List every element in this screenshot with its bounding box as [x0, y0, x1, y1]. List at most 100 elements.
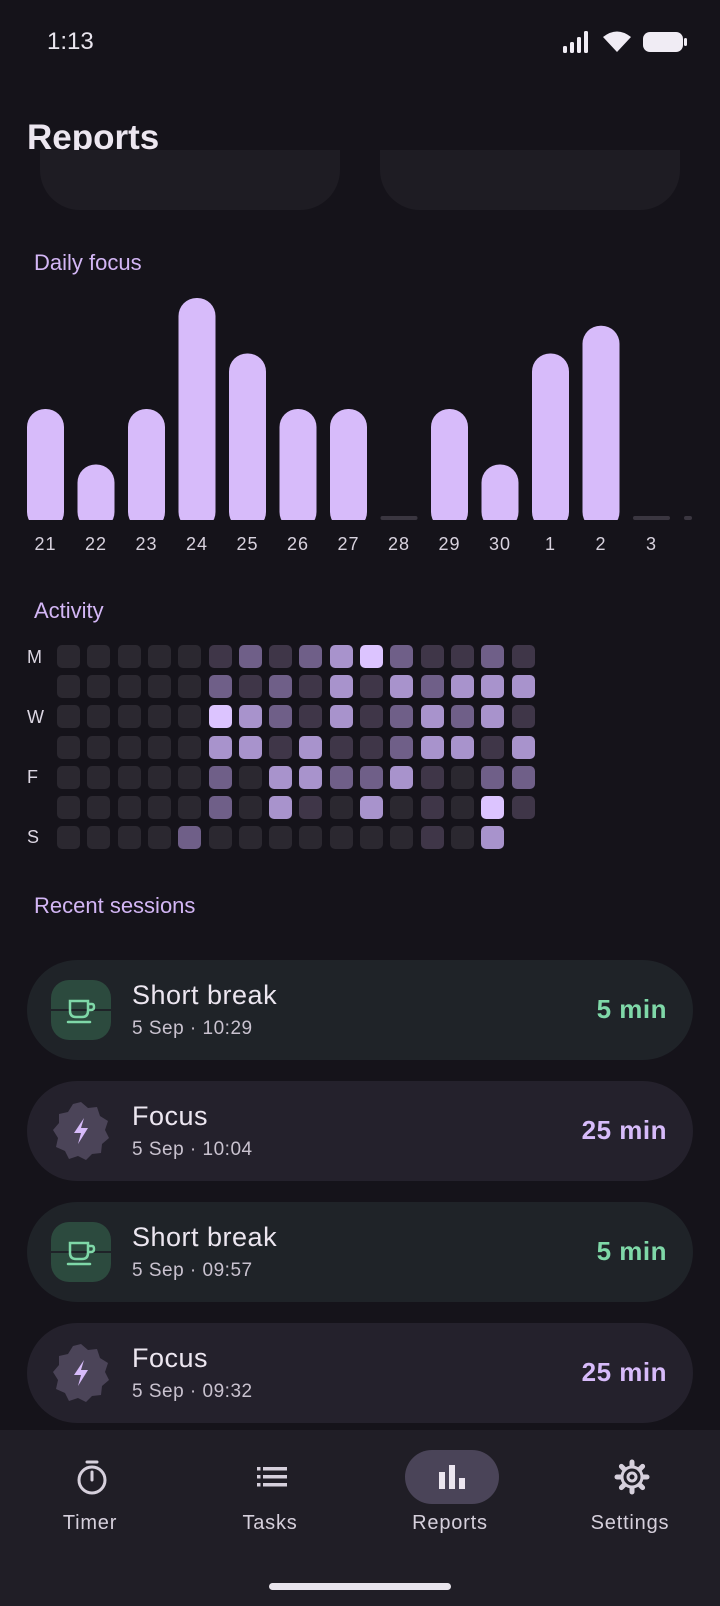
- activity-cell: [178, 765, 202, 789]
- session-card[interactable]: Short break 5 Sep · 09:57 5 min: [27, 1202, 693, 1302]
- chart-tick-label: 27: [337, 534, 359, 554]
- session-duration: 5 min: [596, 994, 667, 1024]
- activity-cell: [238, 826, 262, 850]
- nav-reports[interactable]: Reports: [360, 1430, 540, 1560]
- nav-settings[interactable]: Settings: [540, 1430, 720, 1560]
- session-time: 5 Sep · 09:57: [132, 1260, 253, 1281]
- activity-cell: [117, 796, 141, 819]
- coffee-cup-icon: [51, 1222, 111, 1282]
- session-card[interactable]: Short break 5 Sep · 10:29 5 min: [27, 960, 693, 1060]
- session-title: Focus: [132, 1101, 209, 1131]
- activity-cell: [299, 705, 323, 729]
- bolt-icon: [53, 1102, 109, 1160]
- chart-tick-label: 21: [34, 534, 56, 554]
- activity-cell: [208, 735, 232, 759]
- activity-cell: [390, 645, 414, 668]
- activity-cell: [178, 705, 202, 729]
- chart-tick-label: 29: [438, 534, 460, 554]
- activity-cell: [238, 675, 262, 699]
- activity-cell: [269, 826, 293, 850]
- activity-cell: [481, 826, 505, 850]
- activity-cell: [57, 675, 80, 699]
- session-duration: 25 min: [581, 1115, 667, 1145]
- nav-tasks[interactable]: Tasks: [180, 1430, 360, 1560]
- wifi-icon: [603, 31, 631, 52]
- chart-tick-label: 2: [595, 534, 606, 554]
- activity-cell: [57, 796, 80, 819]
- list-icon: [257, 1467, 287, 1487]
- activity-cell: [420, 796, 444, 819]
- session-card[interactable]: Focus 5 Sep · 10:04 25 min: [27, 1081, 693, 1181]
- activity-cell: [450, 645, 474, 668]
- session-title: Focus: [132, 1343, 209, 1373]
- activity-cell: [269, 796, 293, 819]
- chart-tick-label: 1: [545, 534, 556, 554]
- activity-cell: [390, 705, 414, 729]
- session-title: Short break: [132, 980, 278, 1010]
- chart-bar: [633, 516, 670, 520]
- activity-cell: [481, 675, 505, 699]
- chart-tick-label: 30: [489, 534, 511, 554]
- activity-cell: [87, 675, 111, 699]
- chart-bar: [380, 516, 418, 520]
- daily-focus-title: Daily focus: [34, 250, 142, 275]
- summary-card-right: [380, 150, 680, 210]
- activity-cell: [87, 826, 111, 850]
- nav-label: Reports: [412, 1512, 488, 1534]
- activity-cell: [238, 645, 262, 668]
- bolt-icon: [53, 1344, 109, 1402]
- session-title: Short break: [132, 1222, 278, 1252]
- activity-cell: [420, 826, 444, 850]
- activity-cell: [450, 826, 474, 850]
- activity-cell: [57, 826, 80, 850]
- daily-focus-chart: 21 22 23 24 25 26 27 28 29 30 1 2 3: [0, 298, 720, 554]
- chart-tick-label: 3: [646, 534, 657, 554]
- activity-cell: [511, 735, 535, 759]
- activity-cell: [420, 675, 444, 699]
- day-label-wed: W: [27, 707, 44, 727]
- activity-cell: [481, 796, 505, 819]
- activity-cell: [390, 796, 414, 819]
- activity-cell: [360, 735, 383, 759]
- activity-cell: [299, 735, 323, 759]
- nav-label: Settings: [590, 1512, 670, 1534]
- chart-bar: [279, 409, 317, 530]
- chart-bar: [27, 409, 64, 530]
- activity-cell: [87, 796, 111, 819]
- activity-cell: [329, 796, 353, 819]
- chart-bar: [330, 409, 367, 530]
- activity-cell: [329, 735, 353, 759]
- nav-timer[interactable]: Timer: [0, 1430, 180, 1560]
- activity-cell: [87, 705, 111, 729]
- session-time: 5 Sep · 09:32: [132, 1381, 253, 1402]
- battery-icon: [643, 32, 687, 52]
- activity-cell: [57, 705, 80, 729]
- day-label-sun: S: [27, 827, 40, 847]
- chart-bar: [684, 516, 692, 520]
- activity-cell: [238, 705, 262, 729]
- activity-cell: [87, 765, 111, 789]
- session-card[interactable]: Focus 5 Sep · 09:32 25 min: [27, 1323, 693, 1423]
- activity-cell: [360, 765, 383, 789]
- activity-cell: [147, 705, 171, 729]
- activity-cell: [117, 705, 141, 729]
- activity-cell: [147, 826, 171, 850]
- session-time: 5 Sep · 10:29: [132, 1018, 253, 1039]
- activity-cell: [178, 826, 202, 850]
- activity-cell: [329, 645, 353, 668]
- activity-cell: [450, 675, 474, 699]
- nav-label: Timer: [62, 1512, 118, 1534]
- activity-cell: [511, 675, 535, 699]
- activity-cell: [450, 705, 474, 729]
- chart-baseline-mask: [0, 520, 720, 532]
- activity-cell: [481, 765, 505, 789]
- activity-cell: [420, 645, 444, 668]
- activity-cell: [360, 826, 383, 850]
- activity-cell: [329, 765, 353, 789]
- activity-cell: [269, 765, 293, 789]
- activity-cell: [360, 675, 383, 699]
- day-label-mon: M: [27, 647, 42, 667]
- chart-tick-label: 23: [135, 534, 157, 554]
- activity-cell: [299, 796, 323, 819]
- activity-title: Activity: [34, 598, 104, 623]
